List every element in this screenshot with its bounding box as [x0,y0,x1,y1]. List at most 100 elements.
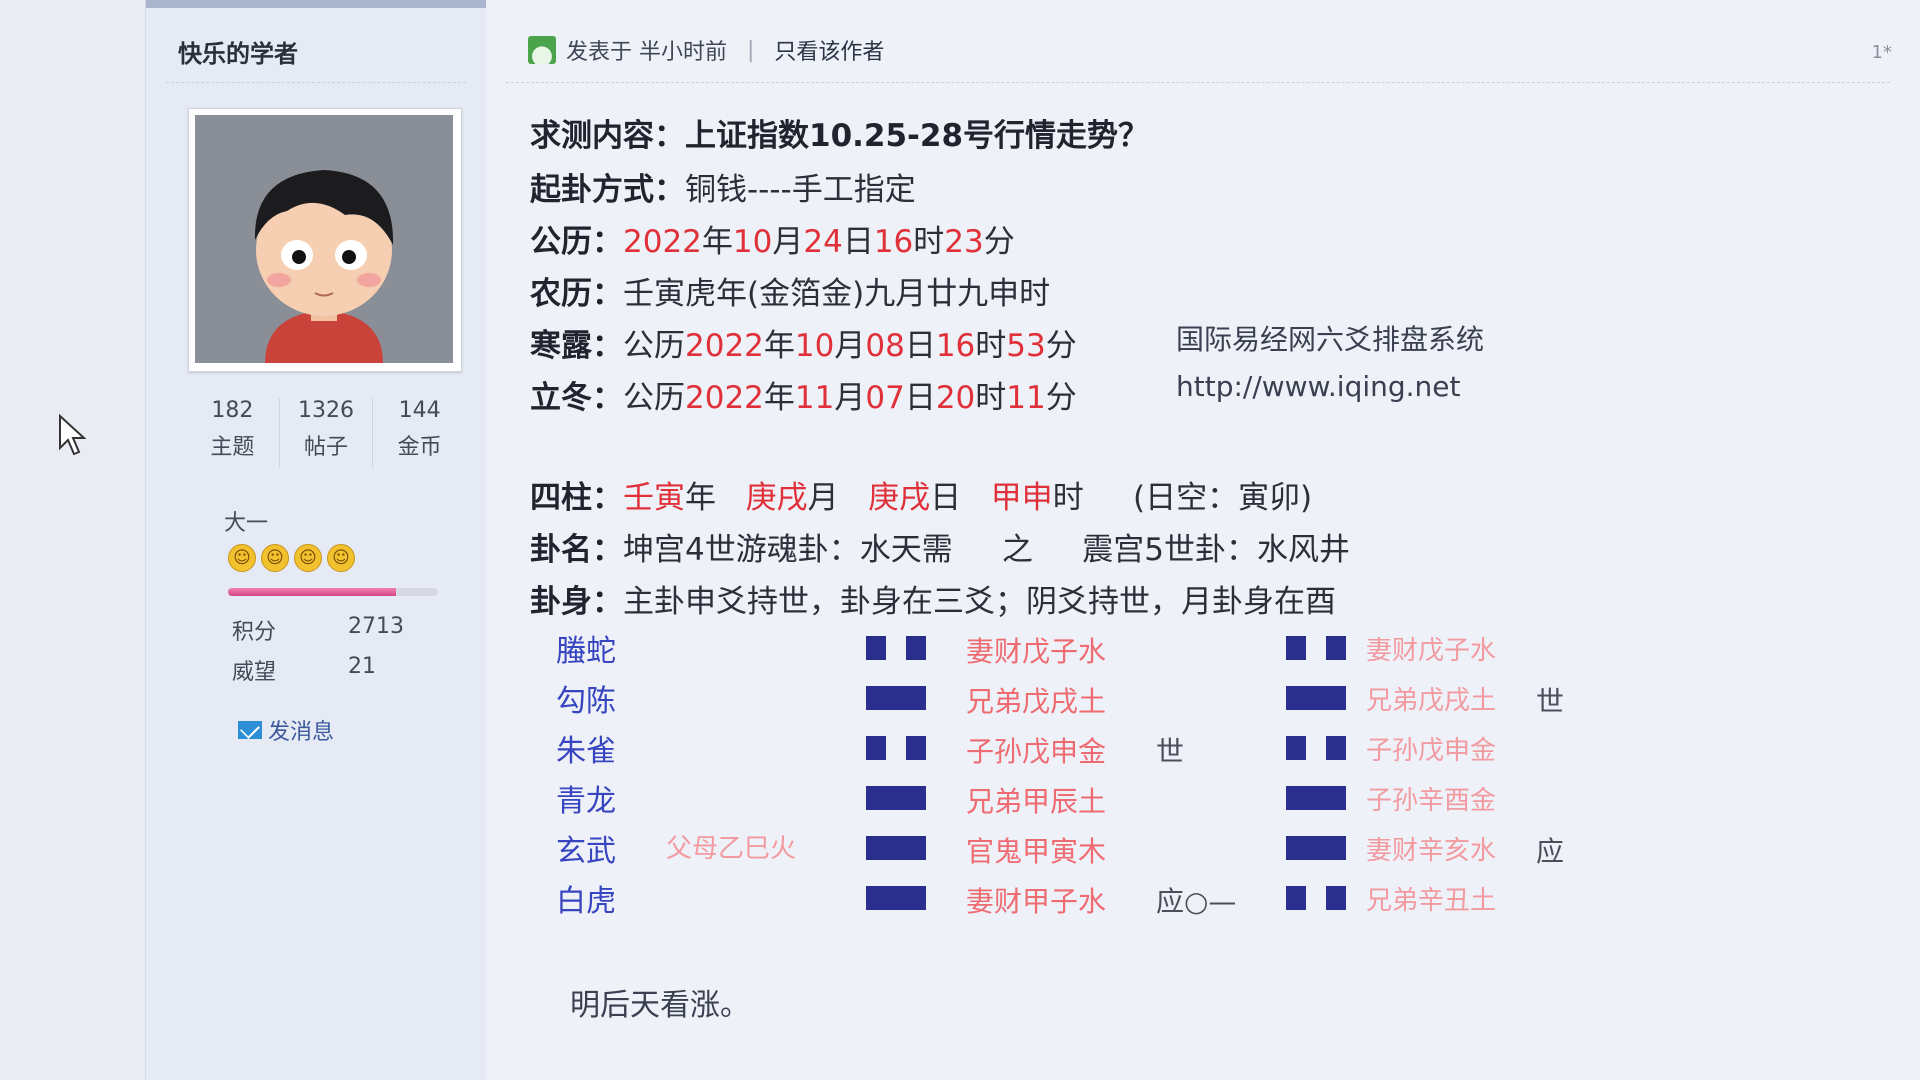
hanlu-row: 寒露：公历2022年10月08日16时53分 [530,328,1077,364]
lidong-year: 2022 [685,380,764,416]
gua-name-row: 卦名：坤宫4世游魂卦：水天需 之 震宫5世卦：水风井 [530,524,1350,569]
stat-value: 1326 [298,398,354,423]
send-message-button[interactable]: 发消息 [238,714,334,746]
rank-smiley-icon: ☺ [261,544,289,572]
mail-icon [238,721,262,739]
solar-year: 2022 [623,224,702,260]
lidong-month: 11 [794,380,835,416]
pillar-day-unit: 日 [930,480,962,516]
changed-relative: 兄弟戊戌土 [1366,686,1497,716]
hanlu-prefix: 公历 [623,328,685,364]
site-name: 国际易经网六爻排盘系统 [1176,323,1485,356]
query-value: 上证指数10.25-28号行情走势？ [685,118,1150,154]
post-header: 发表于 半小时前 | 只看该作者 [528,34,884,66]
changed-relative: 子孙辛酉金 [1366,786,1497,816]
changed-yin-line [1286,636,1346,660]
lunar-row: 农历：壬寅虎年(金箔金)九月廿九申时 [530,268,1050,313]
changed-yang-line [1286,836,1346,860]
query-label: 求测内容： [530,118,685,154]
hanlu-hour: 16 [935,328,976,364]
only-author-link[interactable]: 只看该作者 [774,34,884,66]
site-url-link[interactable]: http://www.iqing.net [1176,370,1461,403]
changed-yin-line [1286,736,1346,760]
method-row: 起卦方式：铜钱----手工指定 [530,164,916,209]
changed-line-mark: 应 [1536,835,1565,868]
six-god-label: 玄武 [556,834,616,869]
changed-relative: 兄弟辛丑土 [1366,886,1497,916]
post-content: 发表于 半小时前 | 只看该作者 1* 求测内容：上证指数10.25-28号行情… [486,0,1920,1080]
rank-progress-fill [228,588,396,596]
pillars-row: 四柱：壬寅年 庚戌月 庚戌日 甲申时 (日空：寅卯) [530,472,1312,517]
user-rank: 大一 [224,511,269,536]
pillars-label: 四柱： [530,480,623,516]
six-god-label: 白虎 [556,884,616,919]
method-label: 起卦方式： [530,172,685,208]
solar-hour: 16 [873,224,914,260]
hanlu-label: 寒露： [530,328,623,364]
stat-label: 帖子 [304,435,349,460]
hanlu-day: 08 [865,328,905,364]
post-comment: 明后天看涨。 [570,988,750,1023]
void-branches: (日空：寅卯) [1132,480,1313,516]
corner-mark: 1* [1871,42,1892,63]
user-icon [528,36,556,64]
points-value: 2713 [348,614,404,639]
main-relative: 妻财甲子水 [966,885,1107,918]
user-stats: 182 主题 1326 帖子 144 金币 [186,398,466,468]
rank-progress-bar [228,588,438,596]
stat-topics[interactable]: 182 主题 [186,398,280,468]
lidong-day: 07 [865,380,905,416]
lidong-label: 立冬： [530,380,623,416]
pillar-year-unit: 年 [685,480,716,516]
rank-smiley-icon: ☺ [294,544,322,572]
main-line-mark: 应○— [1156,885,1237,918]
solar-minute: 23 [944,224,984,260]
gua-body-value: 主卦申爻持世，卦身在三爻；阴爻持世，月卦身在酉 [623,584,1336,620]
solar-row: 公历：2022年10月24日16时23分 [530,224,1015,260]
stat-label: 金币 [397,435,442,460]
lidong-minute: 11 [1006,380,1046,416]
pillar-year: 壬寅 [623,480,685,516]
gua-zhi: 之 [1002,532,1034,568]
lidong-row: 立冬：公历2022年11月07日20时11分 [530,380,1077,416]
six-god-label: 朱雀 [556,734,616,769]
gua-name-label: 卦名： [530,532,623,568]
main-yang-line [866,786,926,810]
gua-main: 坤宫4世游魂卦：水天需 [623,532,953,568]
main-relative: 妻财戊子水 [966,635,1107,668]
method-value: 铜钱----手工指定 [685,172,916,208]
main-relative: 官鬼甲寅木 [966,835,1107,868]
prestige-value: 21 [348,654,376,679]
rank-smiley-icon: ☺ [228,544,256,572]
lidong-prefix: 公历 [623,380,685,416]
stat-value: 144 [398,398,441,423]
rank-stars: ☺ ☺ ☺ ☺ [228,544,355,572]
changed-relative: 子孙戊申金 [1366,736,1497,766]
six-god-label: 青龙 [556,784,616,819]
username[interactable]: 快乐的学者 [178,34,298,69]
main-yin-line [866,636,926,660]
pillar-hour-unit: 时 [1052,480,1084,516]
lunar-value: 壬寅虎年(金箔金)九月廿九申时 [623,276,1051,312]
posted-time: 发表于 半小时前 [566,40,727,65]
stat-value: 182 [211,398,254,423]
pillar-month: 庚戌 [745,480,808,516]
changed-yin-line [1286,886,1346,910]
hanlu-year: 2022 [685,328,764,364]
send-message-label: 发消息 [268,720,335,745]
hanlu-minute: 53 [1006,328,1046,364]
points-row: 积分 2713 [232,614,404,646]
pillar-day: 庚戌 [868,480,931,516]
header-separator: | [747,37,755,63]
stat-coins[interactable]: 144 金币 [373,398,466,468]
solar-label: 公历： [530,224,623,260]
user-sidebar: 快乐的学者 182 主题 1326 帖子 144 金币 大一 ☺ ☺ ☺ ☺ 积… [145,0,487,1080]
stat-posts[interactable]: 1326 帖子 [280,398,374,468]
prestige-row: 威望 21 [232,654,376,686]
changed-relative: 妻财戊子水 [1366,636,1497,666]
six-god-label: 螣蛇 [556,634,616,669]
main-relative: 子孙戊申金 [966,735,1107,768]
main-line-mark: 世 [1156,735,1185,768]
six-god-label: 勾陈 [556,684,616,719]
avatar[interactable] [188,108,462,372]
